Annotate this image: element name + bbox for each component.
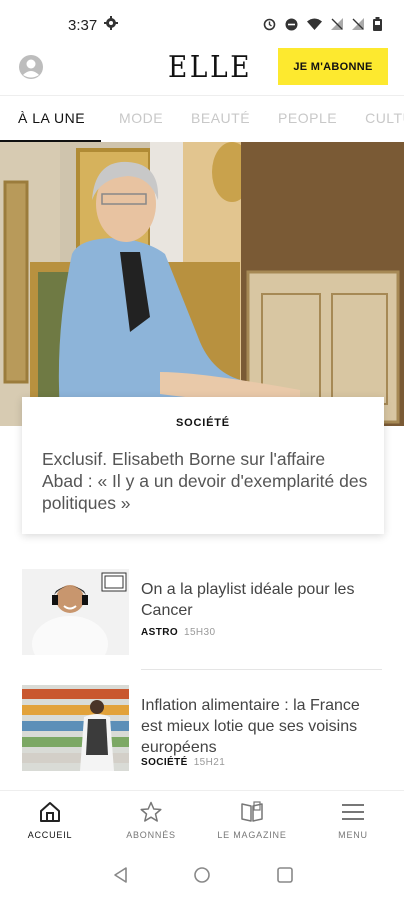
battery-icon <box>373 17 382 31</box>
recents-square-icon[interactable] <box>276 866 294 884</box>
elle-logo[interactable]: ELLE <box>168 50 252 85</box>
bottom-navigation: ACCUEIL ABONNÉS LE MAGAZINE MENU <box>0 790 404 852</box>
article-category: ASTRO <box>141 627 178 638</box>
back-icon[interactable] <box>112 866 128 884</box>
hamburger-icon <box>342 804 364 820</box>
article-thumbnail[interactable] <box>22 569 129 655</box>
nav-label: LE MAGAZINE <box>217 830 287 840</box>
category-tabs: À LA UNE MODE BEAUTÉ PEOPLE CULTU <box>0 95 404 142</box>
system-navigation-bar <box>0 852 404 900</box>
nav-accueil[interactable]: ACCUEIL <box>0 791 100 853</box>
article-title[interactable]: Inflation alimentaire : la France est mi… <box>141 695 382 758</box>
featured-image[interactable] <box>0 142 404 426</box>
do-not-disturb-icon <box>285 18 298 30</box>
magazine-icon <box>241 801 263 822</box>
status-bar: 3:37 <box>0 0 404 48</box>
app-header: ELLE JE M'ABONNE <box>0 48 404 92</box>
nav-abonnes[interactable]: ABONNÉS <box>101 791 201 853</box>
home-circle-icon[interactable] <box>193 866 211 884</box>
article-meta: SOCIÉTÉ 15H21 <box>141 757 225 768</box>
featured-article-card[interactable]: SOCIÉTÉ Exclusif. Elisabeth Borne sur l'… <box>22 397 384 534</box>
tab-a-la-une[interactable]: À LA UNE <box>0 96 102 142</box>
tab-people[interactable]: PEOPLE <box>278 96 337 142</box>
wifi-icon <box>307 18 322 30</box>
list-item[interactable]: Inflation alimentaire : la France est mi… <box>22 685 382 771</box>
star-icon <box>140 801 162 822</box>
list-item[interactable]: On a la playlist idéale pour les Cancer … <box>22 569 382 655</box>
nav-le-magazine[interactable]: LE MAGAZINE <box>202 791 302 853</box>
tab-mode[interactable]: MODE <box>119 96 163 142</box>
tab-culture[interactable]: CULTU <box>365 96 404 142</box>
article-title[interactable]: On a la playlist idéale pour les Cancer <box>141 579 382 621</box>
article-category: SOCIÉTÉ <box>141 757 188 768</box>
article-meta: ASTRO 15H30 <box>141 627 215 638</box>
nav-label: ACCUEIL <box>27 830 73 840</box>
signal-off-icon <box>331 18 343 30</box>
divider <box>141 669 382 670</box>
featured-category: SOCIÉTÉ <box>176 417 230 429</box>
tab-beaute[interactable]: BEAUTÉ <box>191 96 250 142</box>
nav-label: MENU <box>338 830 368 840</box>
article-thumbnail[interactable] <box>22 685 129 771</box>
featured-title[interactable]: Exclusif. Elisabeth Borne sur l'affaire … <box>42 448 368 514</box>
article-time: 15H21 <box>193 757 226 768</box>
status-time: 3:37 <box>68 17 98 34</box>
nav-label: ABONNÉS <box>126 830 176 840</box>
account-avatar-icon[interactable] <box>18 54 44 80</box>
alarm-icon <box>263 18 276 30</box>
signal-off-icon-2 <box>352 18 364 30</box>
settings-gear-icon <box>104 16 118 30</box>
nav-menu[interactable]: MENU <box>303 791 403 853</box>
article-time: 15H30 <box>184 627 216 638</box>
home-icon <box>40 802 60 822</box>
subscribe-button[interactable]: JE M'ABONNE <box>278 48 388 85</box>
